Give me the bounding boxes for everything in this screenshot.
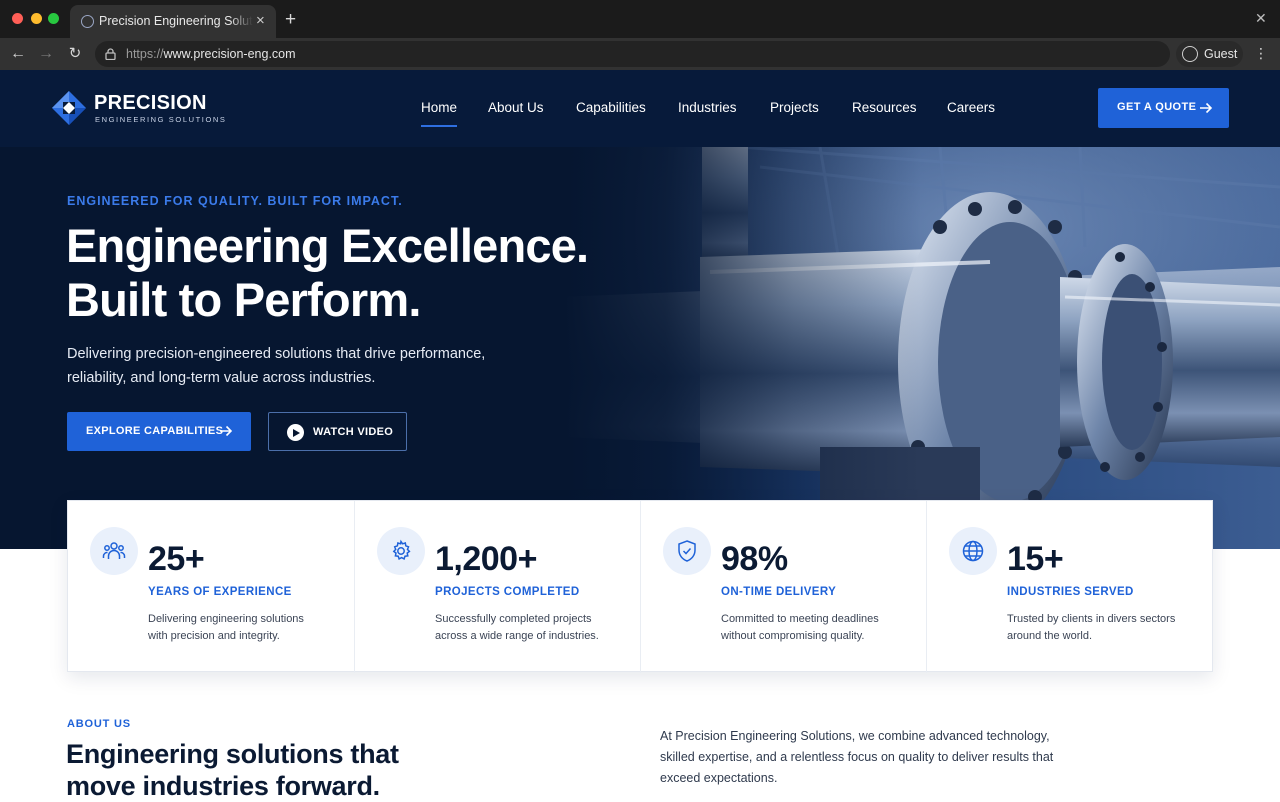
more-menu-icon[interactable]: ⋮ [1254, 45, 1268, 61]
watch-video-label: WATCH VIDEO [313, 426, 394, 438]
arrow-right-icon [1200, 102, 1213, 114]
profile-label: Guest [1204, 47, 1238, 61]
site-header: PRECISION ENGINEERING SOLUTIONS Home Abo… [0, 70, 1280, 147]
about-title: Engineering solutions that move industri… [66, 738, 486, 802]
stat-projects-completed: 1,200+ PROJECTS COMPLETED Successfully c… [354, 501, 640, 673]
reload-icon[interactable]: ↻ [64, 44, 86, 64]
hero-subtitle: Delivering precision-engineered solution… [67, 346, 486, 386]
stat-label: PROJECTS COMPLETED [435, 586, 580, 598]
arrow-right-icon [220, 425, 233, 437]
browser-tab[interactable]: Precision Engineering Solutions × [70, 5, 276, 38]
lock-icon [105, 48, 116, 60]
hero-title-line-1: Engineering Excellence. [66, 219, 589, 272]
logo-name: PRECISION [94, 92, 207, 114]
watch-video-button[interactable]: WATCH VIDEO [268, 412, 407, 451]
hero-section: ENGINEERED FOR QUALITY. BUILT FOR IMPACT… [0, 147, 1280, 549]
stat-label: INDUSTRIES SERVED [1007, 586, 1134, 598]
nav-home[interactable]: Home [421, 100, 458, 127]
about-eyebrow: ABOUT US [67, 718, 131, 730]
stat-label: ON-TIME DELIVERY [721, 586, 837, 598]
nav-capabilities[interactable]: Capabilities [576, 100, 646, 115]
close-window-button[interactable] [12, 13, 23, 24]
url-host: www.precision-eng.com [163, 47, 296, 61]
nav-careers[interactable]: Careers [947, 100, 995, 115]
hero-eyebrow: ENGINEERED FOR QUALITY. BUILT FOR IMPACT… [67, 194, 403, 208]
browser-toolbar: ← → ↻ https://www.precision-eng.com Gues… [0, 38, 1280, 70]
close-icon[interactable]: ✕ [1255, 10, 1267, 27]
stat-years-experience: 25+ YEARS OF EXPERIENCE Delivering engin… [68, 501, 354, 673]
stat-on-time-delivery: 98% ON-TIME DELIVERY Committed to meetin… [640, 501, 926, 673]
address-bar[interactable]: https://www.precision-eng.com [95, 41, 1170, 67]
close-tab-icon[interactable]: × [256, 12, 265, 30]
shield-check-icon [663, 527, 711, 575]
stat-value: 15+ [1007, 540, 1064, 578]
get-a-quote-label: GET A QUOTE [1117, 101, 1197, 113]
nav-about-us[interactable]: About Us [488, 100, 544, 115]
about-title-line-2: move industries forward. [66, 771, 380, 801]
explore-capabilities-button[interactable]: EXPLORE CAPABILITIES [67, 412, 251, 451]
browser-titlebar: Precision Engineering Solutions × + ✕ [0, 0, 1280, 38]
logo-mark-icon [52, 91, 86, 125]
globe-icon [949, 527, 997, 575]
stat-label: YEARS OF EXPERIENCE [148, 586, 292, 598]
stat-description: Committed to meeting deadlines without c… [721, 613, 879, 642]
about-title-line-1: Engineering solutions that [66, 739, 399, 769]
back-arrow-icon[interactable]: ← [7, 44, 29, 64]
about-body: At Precision Engineering Solutions, we c… [660, 729, 1054, 785]
maximize-window-button[interactable] [48, 13, 59, 24]
globe-favicon-icon [81, 15, 94, 28]
nav-resources[interactable]: Resources [852, 100, 917, 115]
stat-description: Trusted by clients in divers sectors aro… [1007, 613, 1176, 642]
profile-button[interactable]: Guest [1176, 41, 1243, 67]
get-a-quote-button[interactable]: GET A QUOTE [1098, 88, 1229, 128]
logo[interactable]: PRECISION ENGINEERING SOLUTIONS [51, 90, 225, 126]
forward-arrow-icon[interactable]: → [35, 44, 57, 64]
stat-value: 25+ [148, 540, 205, 578]
user-avatar-icon [1182, 46, 1198, 62]
url-scheme: https:// [126, 47, 164, 61]
nav-projects[interactable]: Projects [770, 100, 819, 115]
stat-value: 98% [721, 540, 788, 578]
url-text: https://www.precision-eng.com [126, 47, 296, 61]
hero-title: Engineering Excellence. Built to Perform… [66, 219, 626, 327]
gear-icon [377, 527, 425, 575]
logo-tagline: ENGINEERING SOLUTIONS [95, 115, 227, 124]
explore-capabilities-label: EXPLORE CAPABILITIES [86, 425, 224, 437]
team-icon [90, 527, 138, 575]
stats-card: 25+ YEARS OF EXPERIENCE Delivering engin… [67, 500, 1213, 673]
new-tab-icon[interactable]: + [285, 9, 296, 31]
nav-industries[interactable]: Industries [678, 100, 737, 115]
minimize-window-button[interactable] [31, 13, 42, 24]
play-icon [287, 424, 304, 441]
stat-description: Delivering engineering solutions with pr… [148, 613, 304, 642]
stat-value: 1,200+ [435, 540, 537, 578]
tab-title: Precision Engineering Solutions [99, 14, 253, 28]
hero-title-line-2: Built to Perform. [66, 273, 421, 326]
stat-industries-served: 15+ INDUSTRIES SERVED Trusted by clients… [926, 501, 1212, 673]
stat-description: Successfully completed projects across a… [435, 613, 599, 642]
